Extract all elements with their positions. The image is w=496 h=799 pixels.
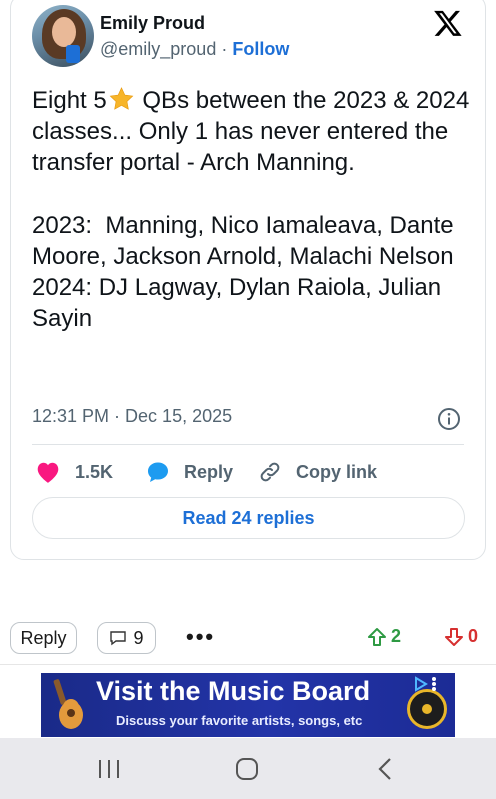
like-count: 1.5K (75, 461, 114, 482)
system-nav-bar (0, 738, 496, 799)
divider (32, 444, 464, 445)
recents-icon[interactable] (95, 756, 123, 782)
author-handle[interactable]: @emily_proud (100, 39, 216, 59)
copy-link-button[interactable]: Copy link (258, 458, 377, 486)
arrow-down-icon (445, 627, 463, 646)
comment-reply-button[interactable]: Reply (10, 622, 77, 654)
ad-record-image (407, 689, 447, 729)
ad-subtitle: Discuss your favorite artists, songs, et… (116, 713, 363, 728)
section-divider (0, 664, 496, 665)
info-icon[interactable] (437, 407, 461, 431)
author-handle-row: @emily_proud · Follow (100, 39, 289, 60)
avatar[interactable] (32, 5, 94, 67)
link-icon (260, 462, 280, 482)
author-name[interactable]: Emily Proud (100, 13, 205, 34)
reply-label: Reply (184, 461, 234, 482)
tweet-text-part1: Eight 5 (32, 87, 107, 114)
reply-button[interactable]: Reply (146, 458, 233, 486)
follow-button[interactable]: Follow (232, 39, 289, 59)
ad-banner[interactable]: Visit the Music Board Discuss your favor… (41, 673, 455, 737)
downvote-button[interactable]: 0 (444, 626, 478, 647)
ad-title: Visit the Music Board (96, 676, 371, 706)
star-icon (109, 87, 134, 110)
upvote-button[interactable]: 2 (367, 626, 401, 647)
read-replies-button[interactable]: Read 24 replies (32, 497, 465, 539)
x-logo-icon[interactable] (432, 8, 464, 38)
comment-count-button[interactable]: 9 (97, 622, 156, 654)
arrow-up-icon (368, 627, 386, 646)
home-icon[interactable] (233, 756, 261, 782)
comment-count: 9 (133, 627, 144, 648)
adchoices-icon[interactable] (413, 675, 453, 693)
heart-icon (37, 462, 59, 483)
more-options-button[interactable]: ••• (186, 624, 215, 650)
handle-separator: · (216, 39, 233, 59)
tweet-text-part2: QBs between the 2023 & 2024 classes... O… (32, 87, 470, 333)
tweet-text: Eight 5 QBs between the 2023 & 2024 clas… (32, 85, 472, 335)
upvote-count: 2 (391, 626, 402, 646)
comment-icon (110, 631, 127, 646)
downvote-count: 0 (468, 626, 479, 646)
like-button[interactable]: 1.5K (35, 458, 113, 486)
tweet-timestamp[interactable]: 12:31 PM · Dec 15, 2025 (32, 406, 232, 427)
back-icon[interactable] (372, 756, 400, 782)
guitar-icon (53, 679, 83, 729)
copy-link-label: Copy link (296, 461, 378, 482)
speech-bubble-icon (148, 462, 168, 482)
